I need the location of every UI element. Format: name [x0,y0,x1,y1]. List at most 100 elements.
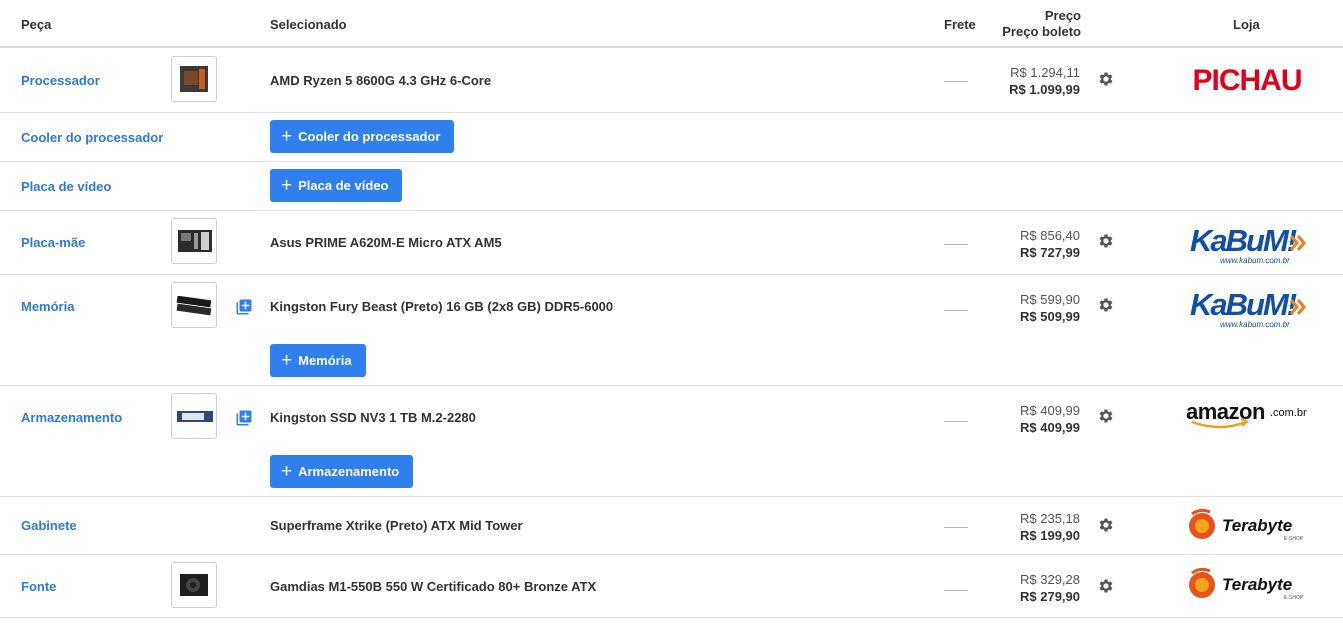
product-thumbnail[interactable] [171,393,217,439]
store-logo-kabum[interactable]: KaBuM! www.kabum.com.br [1188,285,1308,329]
add-cooler-button[interactable]: + Cooler do processador [270,120,455,153]
header-preco-boleto: Preço boleto [1002,24,1081,39]
svg-text:KaBuM!: KaBuM! [1190,287,1297,322]
add-placa-video-button[interactable]: + Placa de vídeo [270,169,403,202]
product-name-link[interactable]: AMD Ryzen 5 8600G 4.3 GHz 6-Core [270,73,491,88]
product-name-link[interactable]: Kingston SSD NV3 1 TB M.2-2280 [270,410,476,425]
svg-text:amazon: amazon [1186,400,1265,424]
product-name-link[interactable]: Gamdias M1-550B 550 W Certificado 80+ Br… [270,579,596,594]
price-block: R$ 409,99 R$ 409,99 [1020,402,1080,436]
add-copy-icon[interactable] [235,298,253,316]
build-table: Peça Selecionado Frete Preço Preço bolet… [0,0,1343,626]
price-boleto: R$ 727,99 [1020,245,1080,260]
category-link-memoria[interactable]: Memória [21,299,74,314]
svg-text:Terabyte: Terabyte [1222,516,1292,535]
svg-text:E-SHOP: E-SHOP [1284,595,1304,601]
product-thumbnail[interactable] [171,562,217,608]
plus-icon: + [281,126,293,147]
terabyte-logo: Terabyte E-SHOP [1189,567,1304,601]
product-thumbnail[interactable] [171,56,217,102]
category-link-placa-mae[interactable]: Placa-mãe [21,235,85,250]
price-block: R$ 1.294,11 R$ 1.099,99 [1009,64,1080,98]
button-label: Memória [298,353,352,368]
price-boleto: R$ 199,90 [1020,528,1080,543]
table-row-armazenamento: Armazenamento Kingston SSD NV3 1 TB M.2-… [0,386,1343,497]
category-link-placa-video[interactable]: Placa de vídeo [21,179,111,194]
add-copy-icon[interactable] [235,409,253,427]
product-name-link[interactable]: Kingston Fury Beast (Preto) 16 GB (2x8 G… [270,299,613,314]
price: R$ 409,99 [1020,403,1080,418]
header-peca: Peça [21,17,52,32]
header-selecionado: Selecionado [270,17,347,32]
amazon-logo: amazon .com.br [1186,399,1307,429]
frete-dash [944,527,968,528]
gear-icon[interactable] [1097,516,1115,534]
frete-dash [944,310,968,311]
gear-icon[interactable] [1097,232,1115,250]
price: R$ 856,40 [1020,228,1080,243]
price-block: R$ 599,90 R$ 509,99 [1020,291,1080,325]
category-link-cooler[interactable]: Cooler do processador [21,130,163,145]
button-label: Placa de vídeo [298,178,389,193]
header-preco-group: Preço Preço boleto [1002,8,1081,40]
frete-dash [944,244,968,245]
header-frete: Frete [944,17,976,32]
add-memoria-button[interactable]: + Memória [270,344,366,377]
category-link-processador[interactable]: Processador [21,73,100,88]
table-row-memoria: Memória Kingston Fury Beast (Preto) 16 G… [0,275,1343,386]
gear-icon[interactable] [1097,296,1115,314]
store-logo-pichau[interactable]: PICHAU [1186,62,1308,97]
table-row-gabinete: Gabinete Superframe Xtrike (Preto) ATX M… [0,497,1343,555]
add-armazenamento-button[interactable]: + Armazenamento [270,455,414,488]
plus-icon: + [281,461,293,482]
kabum-logo: KaBuM! www.kabum.com.br [1190,223,1306,265]
gear-icon[interactable] [1097,407,1115,425]
table-row-cooler: Cooler do processador + Cooler do proces… [0,113,1343,162]
store-logo-terabyte[interactable]: Terabyte E-SHOP [1186,508,1310,542]
svg-text:Terabyte: Terabyte [1222,575,1292,594]
product-name-link[interactable]: Superframe Xtrike (Preto) ATX Mid Tower [270,518,523,533]
frete-dash [944,590,968,591]
header-preco: Preço [1044,8,1081,23]
svg-text:www.kabum.com.br: www.kabum.com.br [1220,256,1290,265]
plus-icon: + [281,175,293,196]
motherboard-image [178,230,212,252]
gear-icon[interactable] [1097,70,1115,88]
button-label: Cooler do processador [298,129,441,144]
kabum-logo: KaBuM! www.kabum.com.br [1190,287,1306,329]
price-boleto: R$ 509,99 [1020,309,1080,324]
price-boleto: R$ 279,90 [1020,589,1080,604]
price-boleto: R$ 409,99 [1020,420,1080,435]
category-link-armazenamento[interactable]: Armazenamento [21,410,122,425]
cpu-box-image [180,66,208,92]
category-link-gabinete[interactable]: Gabinete [21,518,77,533]
plus-icon: + [281,350,293,371]
memory-image [176,296,212,316]
product-thumbnail[interactable] [171,218,217,264]
product-thumbnail[interactable] [171,282,217,328]
pichau-logo: PICHAU [1192,64,1302,97]
terabyte-logo: Terabyte E-SHOP [1189,508,1304,542]
svg-text:PICHAU: PICHAU [1192,64,1301,94]
svg-text:E-SHOP: E-SHOP [1284,536,1304,542]
table-row-fonte: Fonte Gamdias M1-550B 550 W Certificado … [0,555,1343,618]
frete-dash [944,421,968,422]
button-label: Armazenamento [298,464,400,479]
store-logo-kabum[interactable]: KaBuM! www.kabum.com.br [1188,221,1308,265]
price-block: R$ 329,28 R$ 279,90 [1020,571,1080,605]
table-row-placa-video: Placa de vídeo + Placa de vídeo [0,162,1343,211]
gear-icon[interactable] [1097,577,1115,595]
svg-text:.com.br: .com.br [1270,407,1307,419]
store-logo-terabyte[interactable]: Terabyte E-SHOP [1186,567,1310,601]
ssd-image [177,411,213,422]
price: R$ 1.294,11 [1010,65,1080,80]
price: R$ 599,90 [1020,292,1080,307]
table-row-processador: Processador AMD Ryzen 5 8600G 4.3 GHz 6-… [0,48,1343,113]
table-row-placa-mae: Placa-mãe Asus PRIME A620M-E Micro ATX A… [0,211,1343,275]
price: R$ 235,18 [1020,511,1080,526]
price-block: R$ 856,40 R$ 727,99 [1020,227,1080,261]
header-loja: Loja [1233,17,1260,32]
product-name-link[interactable]: Asus PRIME A620M-E Micro ATX AM5 [270,235,502,250]
category-link-fonte[interactable]: Fonte [21,579,56,594]
store-logo-amazon[interactable]: amazon .com.br [1186,399,1310,430]
